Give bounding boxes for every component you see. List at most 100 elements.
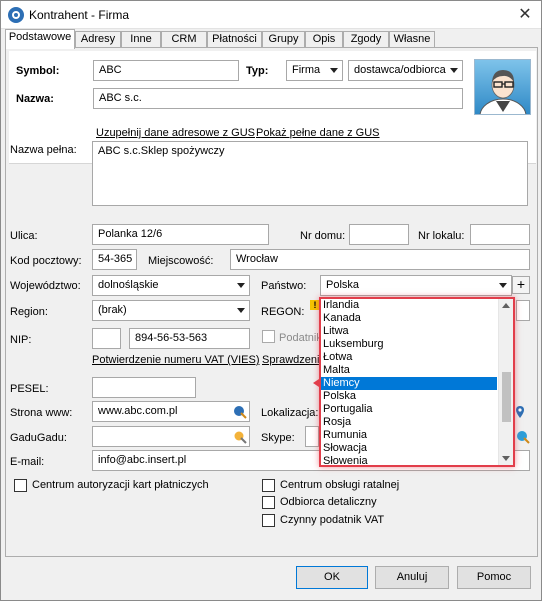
pointer-arrow-icon: [313, 379, 319, 387]
country-option[interactable]: Słowenia: [321, 455, 497, 465]
gus-fill-link[interactable]: Uzupełnij dane adresowe z GUS: [96, 127, 255, 139]
region-label: Region:: [10, 306, 48, 318]
country-option[interactable]: Irlandia: [321, 299, 497, 312]
scroll-thumb[interactable]: [502, 372, 511, 422]
tab-inne[interactable]: Inne: [121, 31, 161, 48]
globe-arrow-icon[interactable]: [233, 405, 247, 419]
tab-adresy[interactable]: Adresy: [75, 31, 121, 48]
tab-grupy[interactable]: Grupy: [262, 31, 305, 48]
add-country-button[interactable]: +: [512, 276, 530, 294]
chevron-down-icon: [330, 68, 338, 73]
country-option[interactable]: Polska: [321, 390, 497, 403]
nip-prefix-input[interactable]: [92, 328, 121, 349]
skype-input[interactable]: [305, 426, 319, 447]
chevron-down-icon: [237, 283, 245, 288]
voivodeship-label: Województwo:: [10, 280, 81, 292]
title-bar: Kontrahent - Firma ✕: [1, 1, 541, 29]
full-name-textarea[interactable]: ABC s.c.Sklep spożywczy: [92, 141, 528, 206]
dialog-window: Kontrahent - Firma ✕ Podstawowe Adresy I…: [0, 0, 542, 601]
help-button[interactable]: Pomoc: [457, 566, 531, 589]
website-input[interactable]: www.abc.com.pl: [92, 401, 250, 422]
house-number-input[interactable]: [349, 224, 409, 245]
pesel-input[interactable]: [92, 377, 196, 398]
country-option[interactable]: Kanada: [321, 312, 497, 325]
map-pin-icon[interactable]: [513, 405, 527, 419]
flower-icon[interactable]: [233, 430, 247, 444]
nip-input[interactable]: 894-56-53-563: [129, 328, 250, 349]
email-label: E-mail:: [10, 456, 45, 468]
city-label: Miejscowość:: [148, 255, 214, 267]
region-value: (brak): [98, 304, 127, 316]
tab-opis[interactable]: Opis: [305, 31, 343, 48]
regon-label: REGON:: [261, 306, 305, 318]
tab-wlasne[interactable]: Własne: [389, 31, 435, 48]
apartment-input[interactable]: [470, 224, 530, 245]
skype-call-icon[interactable]: [516, 430, 530, 444]
type-select[interactable]: Firma: [286, 60, 343, 81]
ok-button[interactable]: OK: [296, 566, 368, 589]
country-option[interactable]: Luksemburg: [321, 338, 497, 351]
street-input[interactable]: Polanka 12/6: [92, 224, 269, 245]
type-select-value: Firma: [292, 64, 321, 76]
country-select[interactable]: Polska: [320, 275, 512, 296]
street-label: Ulica:: [10, 230, 38, 242]
website-label: Strona www:: [10, 407, 73, 419]
country-option[interactable]: Malta: [321, 364, 497, 377]
name-input[interactable]: ABC s.c.: [93, 88, 463, 109]
person-icon: [479, 70, 527, 114]
country-option[interactable]: Słowacja: [321, 442, 497, 455]
nip-label: NIP:: [10, 334, 32, 346]
gus-show-link[interactable]: Pokaż pełne dane z GUS: [256, 127, 380, 139]
active-vat-checkbox[interactable]: [262, 514, 275, 527]
apartment-label: Nr lokalu:: [418, 230, 465, 242]
app-icon: [8, 7, 24, 23]
close-icon[interactable]: ✕: [515, 5, 535, 25]
website-value: www.abc.com.pl: [98, 405, 178, 417]
country-option[interactable]: Portugalia: [321, 403, 497, 416]
contractor-avatar[interactable]: [474, 59, 531, 115]
country-dropdown-list[interactable]: Irlandia Kanada Litwa Luksemburg Łotwa Malta N…: [319, 297, 515, 467]
country-value: Polska: [326, 279, 360, 291]
dropdown-scrollbar[interactable]: [498, 299, 513, 465]
house-number-label: Nr domu:: [300, 230, 346, 242]
installment-center-checkbox[interactable]: [262, 479, 275, 492]
active-vat-label: Czynny podatnik VAT: [280, 514, 385, 526]
chevron-down-icon: [499, 283, 507, 288]
gadugadu-label: GaduGadu:: [10, 432, 67, 444]
scroll-down-icon[interactable]: [502, 456, 510, 461]
postal-code-label: Kod pocztowy:: [10, 255, 82, 267]
location-label: Lokalizacja:: [261, 407, 319, 419]
voivodeship-select[interactable]: dolnośląskie: [92, 275, 250, 296]
scroll-up-icon[interactable]: [502, 303, 510, 308]
symbol-input[interactable]: ABC: [93, 60, 239, 81]
name-label: Nazwa:: [16, 93, 54, 105]
card-center-checkbox[interactable]: [14, 479, 27, 492]
country-option[interactable]: Łotwa: [321, 351, 497, 364]
gadugadu-input[interactable]: [92, 426, 250, 447]
tab-platnosci[interactable]: Płatności: [207, 31, 262, 48]
window-title: Kontrahent - Firma: [29, 8, 130, 22]
tab-zgody[interactable]: Zgody: [343, 31, 389, 48]
regon-input[interactable]: [516, 300, 530, 321]
postal-code-input[interactable]: 54-365: [92, 249, 137, 270]
country-option[interactable]: Litwa: [321, 325, 497, 338]
tab-crm[interactable]: CRM: [161, 31, 207, 48]
voivodeship-value: dolnośląskie: [98, 279, 159, 291]
vat-confirm-link[interactable]: Potwierdzenie numeru VAT (VIES): [92, 354, 260, 366]
tab-podstawowe[interactable]: Podstawowe: [5, 29, 75, 49]
region-select[interactable]: (brak): [92, 300, 250, 321]
check-link[interactable]: Sprawdzenie: [262, 354, 326, 366]
city-input[interactable]: Wrocław: [230, 249, 530, 270]
taxpayer-checkbox[interactable]: [262, 330, 275, 343]
retail-receiver-checkbox[interactable]: [262, 496, 275, 509]
country-option[interactable]: Rumunia: [321, 429, 497, 442]
country-label: Państwo:: [261, 280, 307, 292]
country-options: Irlandia Kanada Litwa Luksemburg Łotwa Malta N…: [321, 299, 513, 465]
cancel-button[interactable]: Anuluj: [375, 566, 449, 589]
country-option[interactable]: Niemcy: [321, 377, 497, 390]
chevron-down-icon: [450, 68, 458, 73]
symbol-label: Symbol:: [16, 65, 60, 77]
country-option[interactable]: Rosja: [321, 416, 497, 429]
role-select[interactable]: dostawca/odbiorca: [348, 60, 463, 81]
skype-label: Skype:: [261, 432, 295, 444]
